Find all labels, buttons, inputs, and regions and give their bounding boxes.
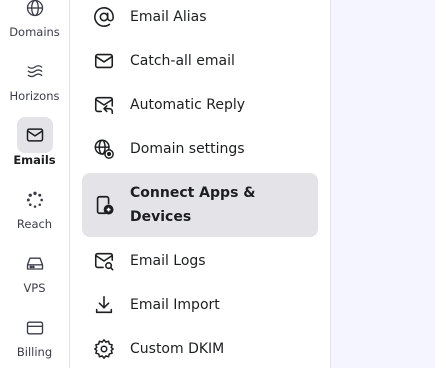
email-submenu: Email Alias Catch-all email Automatic Re… (70, 0, 331, 368)
mail-search-icon (92, 249, 116, 273)
menu-item-email-logs[interactable]: Email Logs (82, 239, 318, 283)
gear-icon (92, 337, 116, 361)
rail-item-emails[interactable]: Emails (0, 117, 69, 171)
menu-item-label: Domain settings (130, 141, 245, 157)
menu-item-label: Catch-all email (130, 53, 235, 69)
rail-label: Billing (16, 345, 53, 359)
at-icon (92, 5, 116, 29)
rail-item-horizons[interactable]: Horizons (0, 54, 69, 108)
menu-item-catch-all-email[interactable]: Catch-all email (82, 39, 318, 83)
main-content (331, 0, 435, 368)
sidebar-rail: Domains Horizons Emails Reach VPS Billin… (0, 0, 70, 368)
rail-label: Domains (9, 25, 60, 39)
menu-item-email-import[interactable]: Email Import (82, 283, 318, 327)
rail-label: Reach (16, 217, 53, 231)
device-connect-icon (92, 193, 116, 217)
rail-label: Horizons (9, 89, 60, 103)
auto-reply-icon (92, 93, 116, 117)
menu-item-label: Email Alias (130, 9, 207, 25)
credit-card-icon (17, 310, 53, 346)
rail-item-vps[interactable]: VPS (0, 246, 69, 300)
menu-item-custom-dkim[interactable]: Custom DKIM (82, 327, 318, 371)
waves-icon (17, 54, 53, 90)
menu-item-label: Custom DKIM (130, 341, 225, 357)
globe-icon (17, 0, 53, 26)
menu-item-label: Email Import (130, 297, 220, 313)
menu-item-label: Automatic Reply (130, 97, 246, 113)
rail-label: VPS (23, 281, 46, 295)
rail-item-billing[interactable]: Billing (0, 310, 69, 364)
rail-item-reach[interactable]: Reach (0, 182, 69, 236)
menu-item-label: Email Logs (130, 253, 206, 269)
menu-item-email-alias[interactable]: Email Alias (82, 0, 318, 39)
loader-icon (17, 182, 53, 218)
menu-item-label: Connect Apps & Devices (130, 185, 256, 225)
menu-item-connect-apps-devices[interactable]: Connect Apps & Devices (82, 173, 318, 237)
rail-item-domains[interactable]: Domains (0, 0, 69, 44)
menu-item-domain-settings[interactable]: Domain settings (82, 127, 318, 171)
menu-item-automatic-reply[interactable]: Automatic Reply (82, 83, 318, 127)
server-icon (17, 246, 53, 282)
download-icon (92, 293, 116, 317)
rail-label: Emails (13, 153, 56, 167)
envelope-icon (16, 117, 53, 153)
globe-settings-icon (92, 137, 116, 161)
envelope-icon (92, 49, 116, 73)
